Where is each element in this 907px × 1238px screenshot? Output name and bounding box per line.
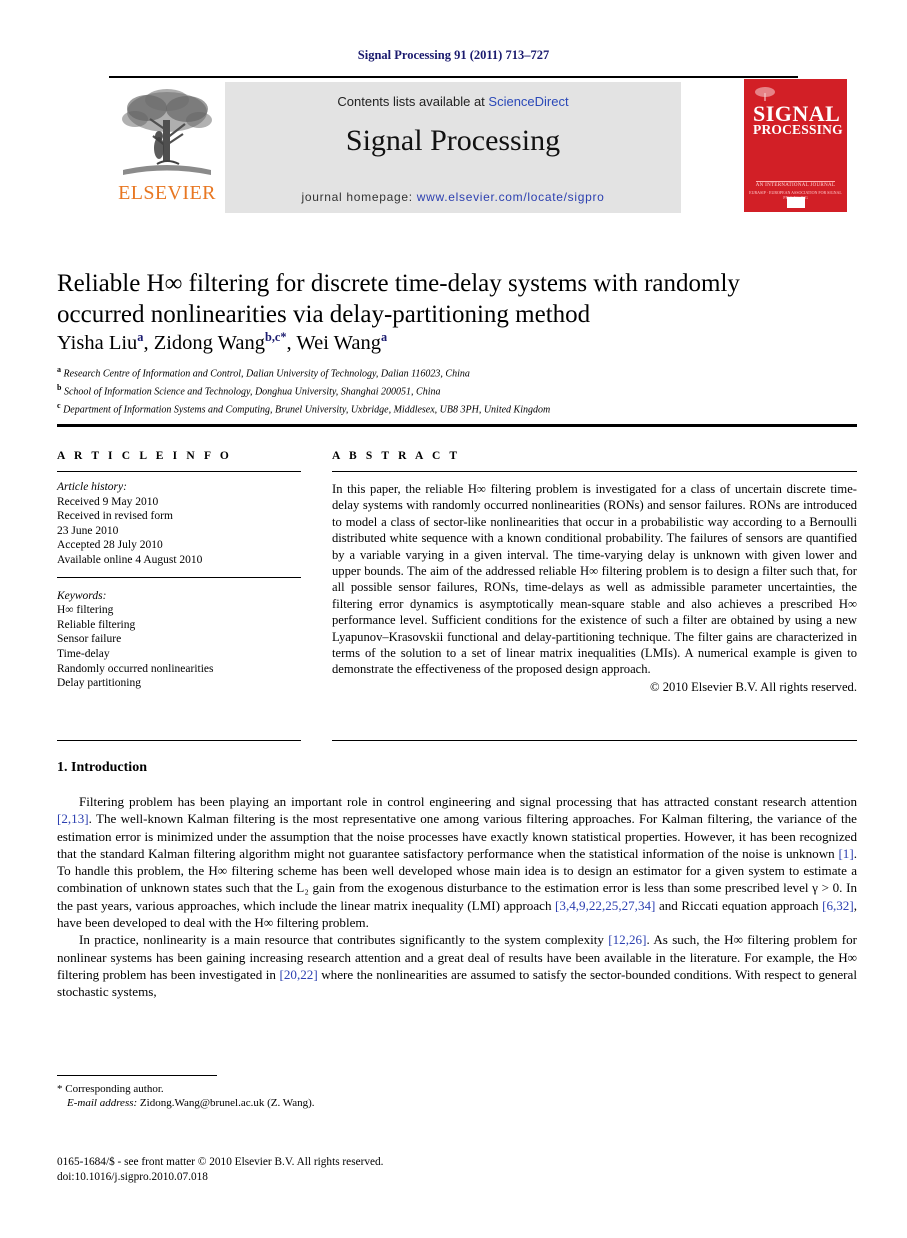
journal-cover-image: SIGNAL PROCESSING AN INTERNATIONAL JOURN… (744, 79, 847, 212)
cover-title-line2: PROCESSING (753, 122, 843, 137)
corresponding-author-note: * Corresponding author. (57, 1082, 477, 1096)
keyword-item: Time-delay (57, 647, 110, 660)
abstract-column: A B S T R A C T In this paper, the relia… (332, 450, 857, 695)
paragraph-2: In practice, nonlinearity is a main reso… (57, 931, 857, 1000)
article-history-item: Accepted 28 July 2010 (57, 539, 163, 552)
journal-cover-thumbnail: SIGNAL PROCESSING AN INTERNATIONAL JOURN… (740, 78, 856, 213)
article-history-item: Received in revised form (57, 510, 173, 523)
email-label: E-mail address: (67, 1097, 138, 1109)
affiliation-mark: c (57, 400, 61, 410)
article-info-bottom-rule (57, 740, 301, 741)
elsevier-logo: ELSEVIER (109, 82, 225, 213)
sciencedirect-link[interactable]: ScienceDirect (488, 94, 568, 109)
para1-part-d: and Riccati equation approach (655, 897, 823, 913)
article-history: Article history: Received 9 May 2010 Rec… (57, 480, 301, 568)
keywords-block: Keywords: H∞ filtering Reliable filterin… (57, 589, 301, 691)
citation-ref[interactable]: [6,32] (822, 898, 854, 913)
affiliation-item: c Department of Information Systems and … (57, 399, 857, 417)
article-info-rule (57, 471, 301, 472)
affiliation-list: a Research Centre of Information and Con… (57, 363, 857, 416)
homepage-label: journal homepage: (301, 190, 417, 204)
contents-lists-line: Contents lists available at ScienceDirec… (225, 94, 681, 109)
journal-title: Signal Processing (345, 124, 561, 157)
masthead-top-rule (109, 76, 798, 78)
para1-part-a: Filtering problem has been playing an im… (79, 794, 857, 809)
cover-publisher-logo (787, 197, 805, 208)
citation-ref[interactable]: [1] (838, 846, 853, 861)
journal-article-page: Signal Processing 91 (2011) 713–727 ELSE… (0, 0, 907, 1238)
para2-part-a: In practice, nonlinearity is a main reso… (79, 932, 609, 948)
affiliation-text: School of Information Science and Techno… (63, 386, 441, 398)
journal-banner: Contents lists available at ScienceDirec… (225, 82, 681, 213)
affiliation-text: Department of Information Systems and Co… (63, 403, 551, 415)
issn-line: 0165-1684/$ - see front matter © 2010 El… (57, 1156, 384, 1168)
doi-line[interactable]: doi:10.1016/j.sigpro.2010.07.018 (57, 1170, 557, 1185)
keyword-item: Sensor failure (57, 633, 122, 646)
elsevier-tree-icon (122, 89, 212, 175)
citation-ref[interactable]: [2,13] (57, 811, 89, 826)
citation-ref[interactable]: [3,4,9,22,25,27,34] (555, 898, 655, 913)
cover-subtitle: AN INTERNATIONAL JOURNAL (755, 183, 836, 188)
section-divider-thick (57, 424, 857, 427)
article-info-heading: A R T I C L E I N F O (57, 450, 232, 462)
homepage-url-link[interactable]: www.elsevier.com/locate/sigpro (417, 190, 605, 204)
footnote-rule (57, 1075, 217, 1076)
cover-divider (756, 181, 835, 182)
footnote-block: * Corresponding author. E-mail address: … (57, 1082, 477, 1110)
section-heading-introduction: 1. Introduction (57, 760, 147, 775)
contents-lists-prefix: Contents lists available at (337, 94, 489, 109)
journal-masthead: ELSEVIER Contents lists available at Sci… (109, 76, 856, 213)
affiliation-mark: a (57, 365, 61, 374)
article-info-column: A R T I C L E I N F O Article history: R… (57, 450, 301, 691)
keyword-item: Randomly occurred nonlinearities (57, 662, 214, 675)
title-line-2: occurred nonlinearities via delay-partit… (57, 301, 591, 328)
keywords-rule (57, 576, 301, 578)
citation-ref[interactable]: [20,22] (280, 967, 318, 982)
paragraph-1: Filtering problem has been playing an im… (57, 793, 857, 931)
affiliation-mark: b (57, 382, 62, 392)
journal-homepage-line: journal homepage: www.elsevier.com/locat… (225, 190, 681, 204)
affiliation-item: b School of Information Science and Tech… (57, 381, 857, 399)
author-list: Yisha Liua, Zidong Wangb,c*, Wei Wanga (57, 330, 388, 354)
para1-part-b: . The well-known Kalman filtering is the… (57, 811, 857, 861)
elsevier-wordmark: ELSEVIER (118, 182, 216, 204)
running-head: Signal Processing 91 (2011) 713–727 (357, 48, 550, 62)
abstract-heading: A B S T R A C T (332, 450, 461, 462)
article-history-label: Article history: (57, 481, 127, 493)
keyword-item: H∞ filtering (57, 604, 114, 617)
introduction-body: Filtering problem has been playing an im… (57, 793, 857, 1001)
article-history-item: Available online 4 August 2010 (57, 553, 203, 566)
email-address[interactable]: Zidong.Wang@brunel.ac.uk (Z. Wang). (137, 1097, 315, 1109)
email-note: E-mail address: Zidong.Wang@brunel.ac.uk… (57, 1096, 477, 1110)
title-line-1: Reliable H∞ filtering for discrete time-… (57, 270, 740, 297)
keywords-label: Keywords: (57, 589, 107, 602)
abstract-copyright: © 2010 Elsevier B.V. All rights reserved… (650, 679, 857, 694)
article-history-item: Received 9 May 2010 (57, 495, 159, 508)
keyword-item: Reliable filtering (57, 618, 136, 631)
abstract-bottom-rule (332, 740, 857, 741)
affiliation-item: a Research Centre of Information and Con… (57, 363, 857, 381)
issn-block: 0165-1684/$ - see front matter © 2010 El… (57, 1155, 557, 1184)
affiliation-text: Research Centre of Information and Contr… (63, 368, 470, 380)
article-history-item: 23 June 2010 (57, 524, 119, 537)
abstract-rule (332, 471, 857, 472)
corresponding-author-text: Corresponding author. (62, 1083, 164, 1095)
keyword-item: Delay partitioning (57, 677, 141, 690)
abstract-text: In this paper, the reliable H∞ filtering… (332, 482, 857, 677)
citation-ref[interactable]: [12,26] (608, 932, 646, 947)
page-title: Reliable H∞ filtering for discrete time-… (57, 268, 857, 330)
